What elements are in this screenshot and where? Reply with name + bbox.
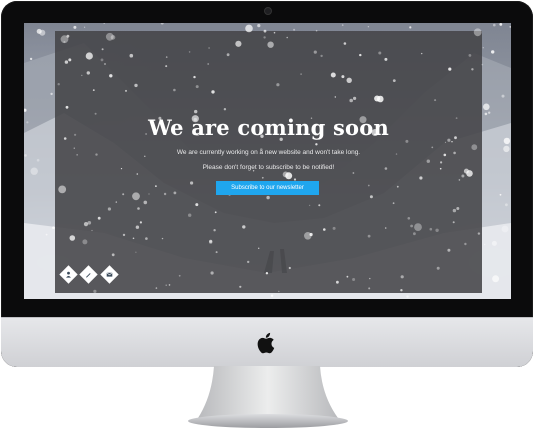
apple-logo-icon	[257, 332, 275, 354]
subscribe-button[interactable]: Subscribe to our newsletter	[216, 181, 319, 195]
imac-monitor: We are coming soon We are currently work…	[1, 1, 533, 367]
person-icon	[66, 271, 71, 278]
webcam-dot	[264, 7, 272, 15]
intro-text: We are currently working on a new websit…	[176, 149, 361, 156]
reminder-text: Please don't forget to subscribe to be n…	[202, 164, 335, 171]
social-link-mail[interactable]	[100, 265, 119, 284]
pencil-icon	[86, 273, 91, 278]
screen: We are coming soon We are currently work…	[24, 23, 511, 299]
mail-icon	[106, 272, 113, 277]
social-link-pencil[interactable]	[79, 265, 98, 284]
social-link-person[interactable]	[59, 265, 78, 284]
monitor-stand	[188, 366, 348, 428]
page-title: We are coming soon	[148, 115, 389, 140]
overlay-panel	[55, 31, 482, 293]
